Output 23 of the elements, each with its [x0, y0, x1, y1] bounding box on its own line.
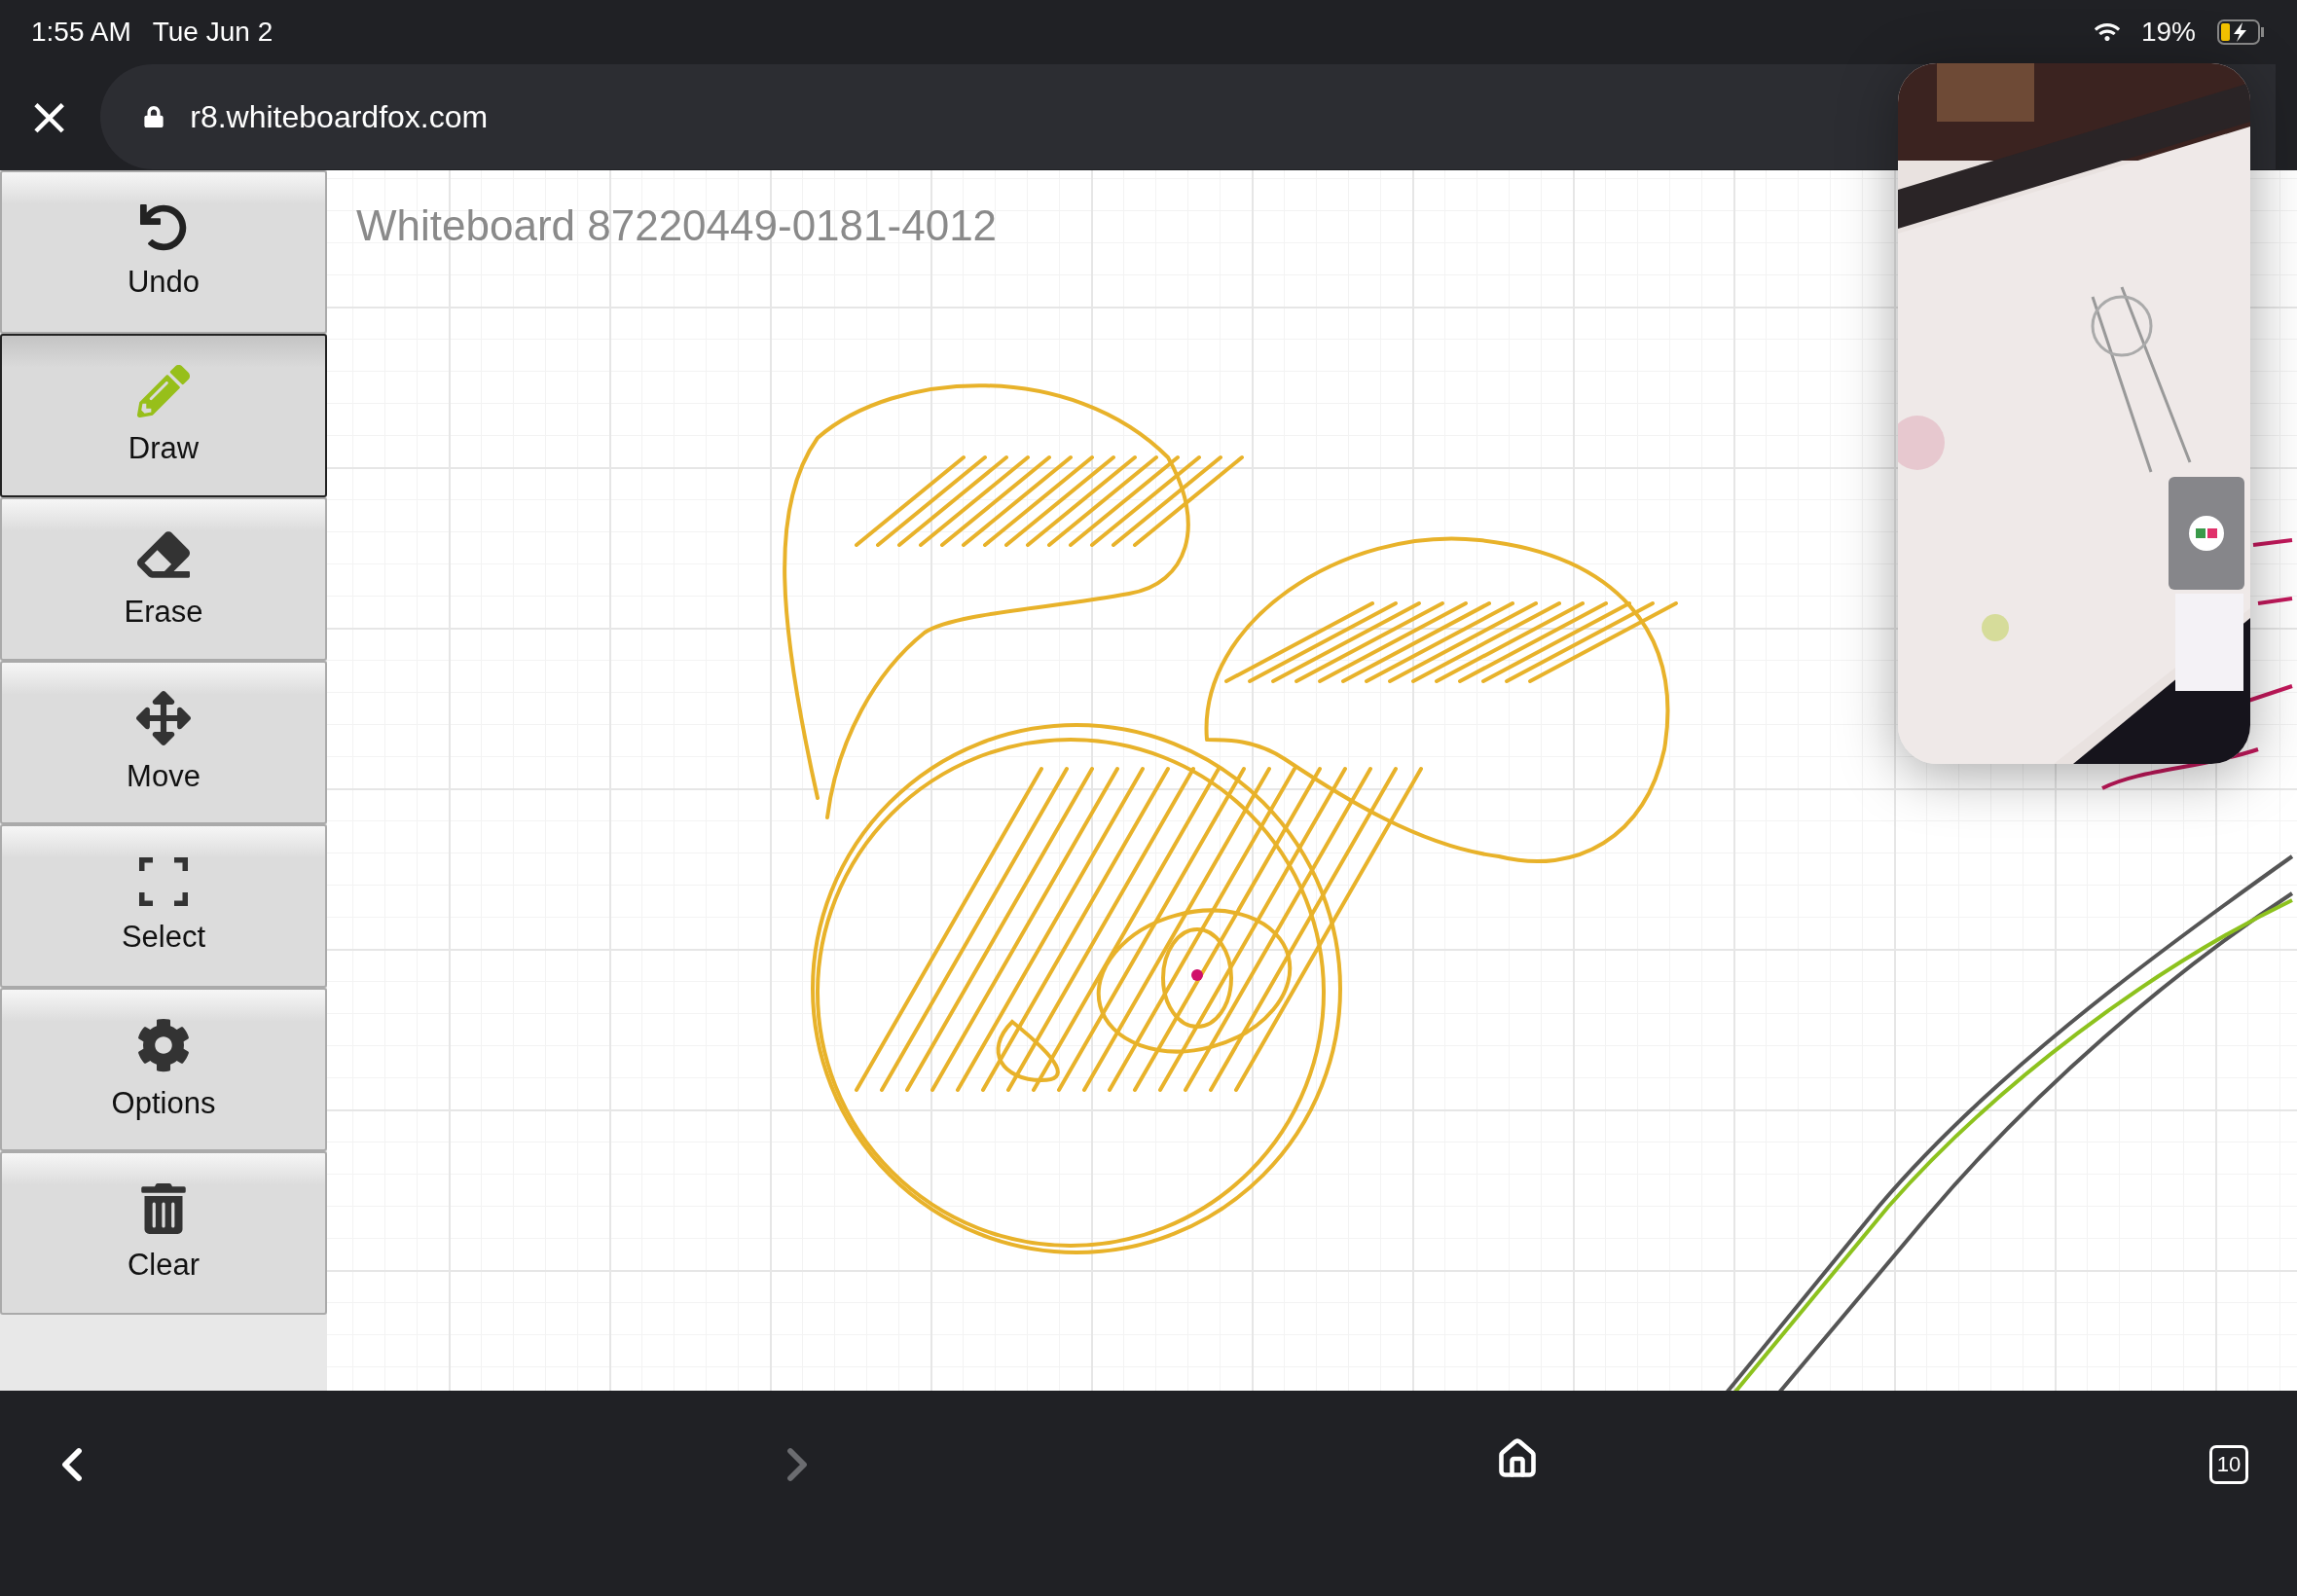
url-text: r8.whiteboardfox.com	[190, 98, 489, 135]
battery-percent: 19%	[2140, 16, 2196, 48]
close-button[interactable]: ×	[21, 91, 78, 143]
eraser-icon	[137, 528, 190, 581]
move-icon	[136, 691, 191, 745]
date: Tue Jun 2	[152, 16, 273, 48]
tool-button[interactable]: Options	[0, 988, 327, 1151]
tool-button[interactable]: Clear	[0, 1151, 327, 1315]
tool-button[interactable]: Move	[0, 661, 327, 824]
tool-button[interactable]: Undo	[0, 170, 327, 334]
board-title: Whiteboard 87220449-0181-4012	[356, 201, 998, 250]
tool-button[interactable]: Select	[0, 824, 327, 988]
lock-icon	[143, 106, 165, 127]
pencil-icon	[137, 365, 190, 417]
trash-icon	[138, 1183, 189, 1234]
tabs-button[interactable]: 10	[2209, 1445, 2248, 1484]
undo-icon	[140, 204, 187, 251]
time: 1:55 AM	[31, 16, 131, 48]
tool-button[interactable]: Draw	[0, 334, 327, 497]
select-icon	[139, 857, 188, 906]
settings-icon	[136, 1018, 191, 1072]
avatar-icon	[2188, 515, 2225, 552]
tool-button[interactable]: Erase	[0, 497, 327, 661]
